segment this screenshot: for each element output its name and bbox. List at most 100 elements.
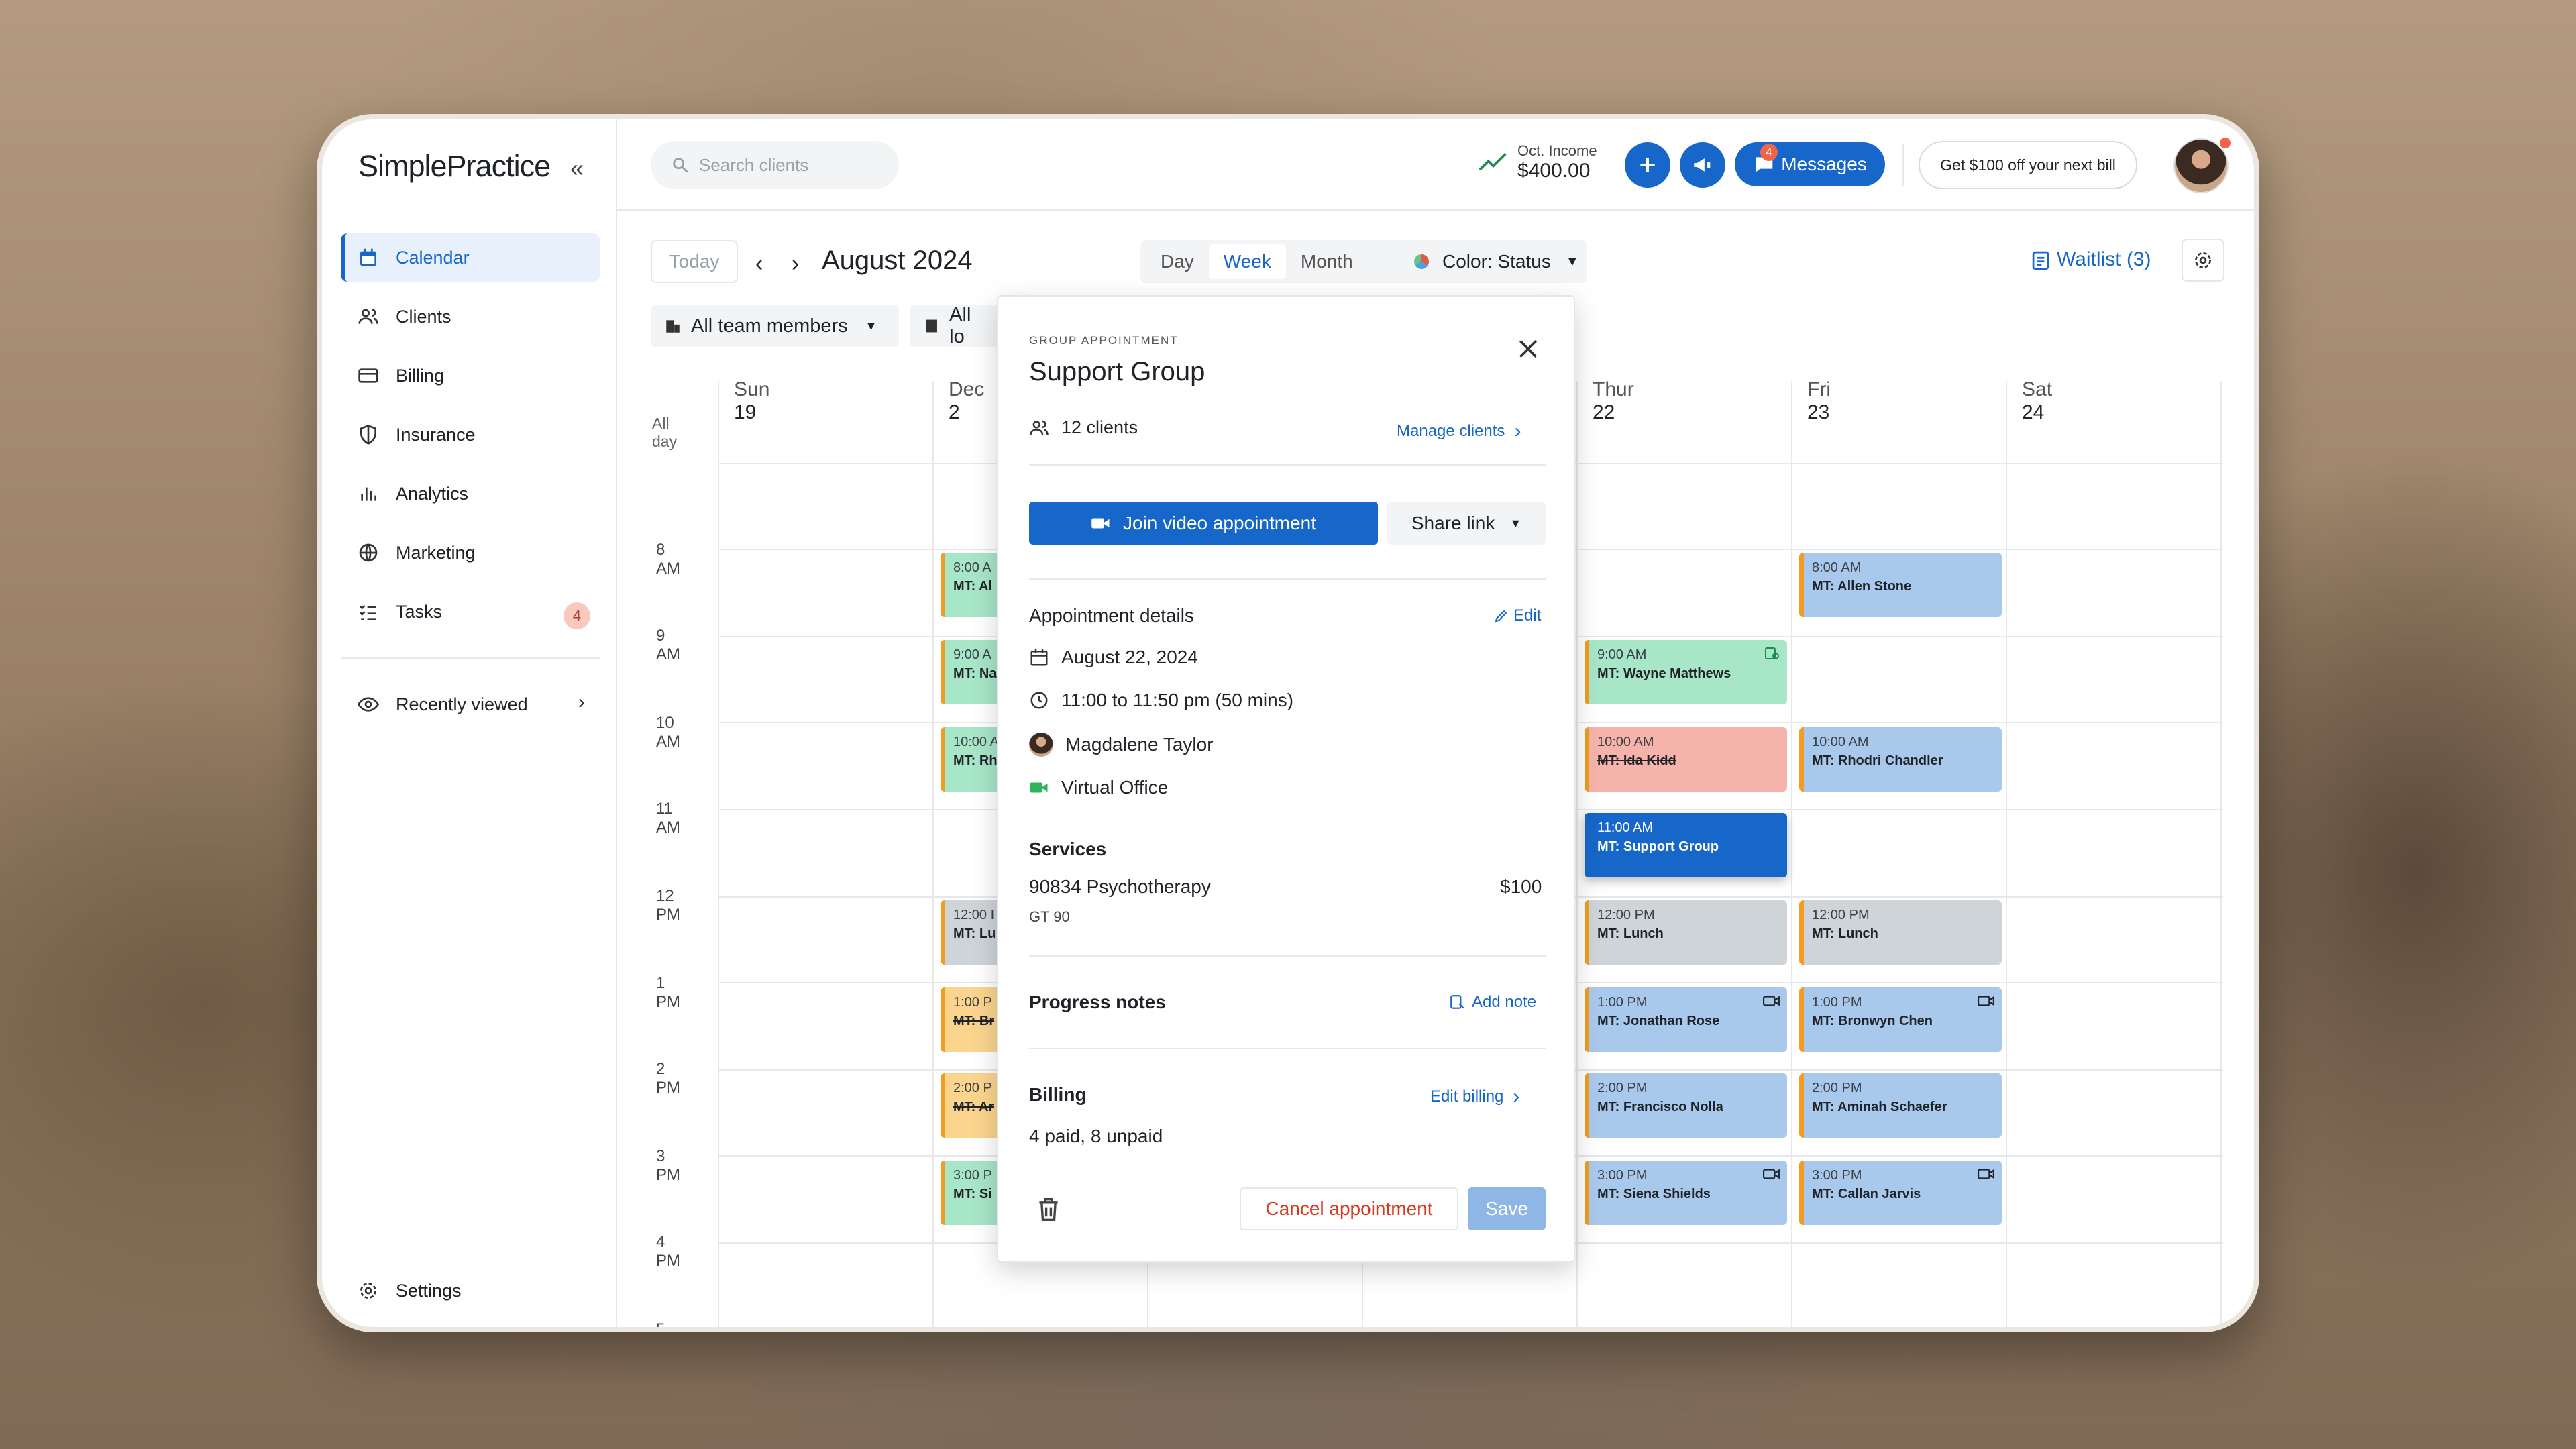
building-icon — [926, 319, 937, 333]
sidebar-item-label: Analytics — [396, 483, 469, 504]
avatar-notification-dot — [2218, 136, 2233, 150]
search-icon — [673, 158, 688, 173]
messages-button[interactable]: Messages 4 — [1735, 142, 1885, 186]
app-logo[interactable]: SimplePractice — [358, 149, 551, 184]
hour-label: 5 PM — [656, 1320, 665, 1332]
day-divider — [1791, 381, 1792, 1327]
join-video-button[interactable]: Join video appointment — [1029, 502, 1378, 545]
view-month-tab[interactable]: Month — [1286, 244, 1368, 279]
sidebar-item-clients[interactable]: Clients — [341, 292, 600, 341]
today-button[interactable]: Today — [651, 240, 738, 283]
edit-details-link[interactable]: Edit — [1493, 606, 1541, 625]
announcements-button[interactable] — [1680, 142, 1725, 188]
billing-heading: Billing — [1029, 1084, 1087, 1105]
day-header-mon[interactable]: Dec 2 — [949, 378, 984, 424]
day-divider — [718, 381, 719, 1327]
sidebar-item-calendar[interactable]: Calendar — [341, 233, 600, 282]
building-icon — [666, 320, 680, 333]
appointment-block[interactable]: 1:00 PM MT: Jonathan Rose — [1585, 987, 1787, 1052]
share-link-button[interactable]: Share link ▼ — [1387, 502, 1546, 545]
sidebar-item-marketing[interactable]: Marketing — [341, 529, 600, 577]
clock-icon — [1030, 692, 1048, 709]
view-day-tab[interactable]: Day — [1146, 244, 1209, 279]
view-week-tab[interactable]: Week — [1208, 244, 1286, 279]
day-header-fri[interactable]: Fri 23 — [1807, 378, 1831, 424]
search-input[interactable]: Search clients — [651, 141, 899, 189]
appointment-block[interactable]: 12:00 PM MT: Lunch — [1799, 900, 2002, 965]
income-label: Oct. Income — [1517, 142, 1597, 159]
add-button[interactable] — [1625, 142, 1670, 188]
chevron-right-icon: › — [1514, 420, 1521, 442]
waitlist-button[interactable]: Waitlist (3) — [2031, 248, 2151, 271]
income-value: $400.00 — [1517, 160, 1591, 182]
hour-label: 1 PM — [656, 974, 680, 1011]
day-header-sun[interactable]: Sun 19 — [734, 378, 769, 424]
gear-icon — [2195, 252, 2211, 268]
hour-label: 4 PM — [656, 1233, 680, 1270]
appointment-time: 11:00 to 11:50 pm (50 mins) — [1029, 690, 1293, 711]
sidebar-item-label: Billing — [396, 365, 445, 386]
collapse-sidebar-icon[interactable]: « — [570, 154, 584, 182]
close-icon[interactable] — [1515, 335, 1542, 362]
sidebar-item-billing[interactable]: Billing — [341, 352, 600, 400]
hour-label: 8 AM — [656, 541, 680, 578]
edit-billing-link[interactable]: Edit billing › — [1430, 1085, 1519, 1108]
location: Virtual Office — [1029, 777, 1168, 798]
hour-label: 9 AM — [656, 627, 680, 663]
appointment-block[interactable]: 3:00 PM MT: Siena Shields — [1585, 1161, 1787, 1225]
appointment-block[interactable]: 2:00 PM MT: Francisco Nolla — [1585, 1073, 1787, 1138]
team-members-filter[interactable]: All team members ▼ — [651, 305, 899, 347]
color-by-dropdown[interactable]: Color: Status ▼ — [1395, 240, 1587, 283]
day-header-sat[interactable]: Sat 24 — [2022, 378, 2052, 424]
income-widget[interactable]: Oct. Income $400.00 — [1479, 142, 1597, 182]
appointment-block[interactable]: 9:00 AM MT: Wayne Matthews — [1585, 640, 1787, 704]
appointment-block-selected[interactable]: 11:00 AM MT: Support Group — [1585, 813, 1787, 877]
sidebar-item-label: Settings — [396, 1280, 462, 1301]
add-note-link[interactable]: Add note — [1449, 993, 1536, 1012]
sidebar-item-settings[interactable]: Settings — [341, 1267, 600, 1315]
chevron-right-icon: › — [1513, 1085, 1520, 1108]
services-heading: Services — [1029, 839, 1107, 859]
sidebar-item-analytics[interactable]: Analytics — [341, 470, 600, 518]
appointment-block[interactable]: 2:00 PM MT: Aminah Schaefer — [1799, 1073, 2002, 1138]
top-bar: Search clients Oct. Income $400.00 Messa… — [617, 119, 2254, 211]
calendar-title: August 2024 — [822, 246, 973, 275]
save-button[interactable]: Save — [1468, 1187, 1546, 1230]
appointment-block[interactable]: 12:00 PM MT: Lunch — [1585, 900, 1787, 965]
appointment-block[interactable]: 3:00 PM MT: Callan Jarvis — [1799, 1161, 2002, 1225]
appointment-popover: GROUP APPOINTMENT Support Group 12 clien… — [997, 295, 1575, 1263]
sidebar: SimplePractice « Calendar Clients Billin… — [322, 119, 617, 1327]
calendar-settings-button[interactable] — [2182, 239, 2224, 282]
video-icon — [1763, 996, 1780, 1006]
promo-button[interactable]: Get $100 off your next bill — [1919, 141, 2137, 189]
sidebar-item-insurance[interactable]: Insurance — [341, 411, 600, 459]
appointment-block[interactable]: 1:00 PM MT: Bronwyn Chen — [1799, 987, 2002, 1052]
app-window: SimplePractice « Calendar Clients Billin… — [317, 114, 2259, 1332]
team-filter-label: All team members — [691, 315, 848, 337]
popup-divider — [1029, 1048, 1546, 1049]
caret-down-icon: ▼ — [1509, 516, 1522, 530]
video-icon — [1763, 1169, 1780, 1179]
location-filter-label: All lo — [949, 304, 971, 347]
day-header-thu[interactable]: Thur 22 — [1593, 378, 1634, 424]
eye-icon — [357, 693, 380, 716]
prev-week-icon[interactable]: ‹ — [755, 251, 763, 277]
manage-clients-link[interactable]: Manage clients › — [1397, 420, 1521, 443]
next-week-icon[interactable]: › — [792, 251, 799, 277]
trash-icon[interactable] — [1037, 1197, 1060, 1222]
location-filter[interactable]: All lo — [910, 304, 1004, 347]
sidebar-item-tasks[interactable]: Tasks 4 — [341, 588, 600, 636]
appointment-block[interactable]: 10:00 AM MT: Rhodri Chandler — [1799, 727, 2002, 792]
sidebar-item-recently-viewed[interactable]: Recently viewed › — [341, 680, 600, 729]
calendar-icon — [357, 246, 380, 269]
hour-label: 3 PM — [656, 1147, 680, 1184]
appointment-block[interactable]: 8:00 AM MT: Allen Stone — [1799, 553, 2002, 617]
appointment-title: Support Group — [1029, 357, 1205, 386]
chevron-right-icon: › — [578, 691, 585, 713]
tasks-count-badge: 4 — [564, 602, 590, 629]
hour-label: 12 PM — [656, 887, 680, 924]
cancel-appointment-button[interactable]: Cancel appointment — [1240, 1187, 1458, 1230]
credit-card-icon — [357, 364, 380, 387]
appointment-block[interactable]: 10:00 AM MT: Ida Kidd — [1585, 727, 1787, 792]
sidebar-item-label: Recently viewed — [396, 694, 528, 714]
